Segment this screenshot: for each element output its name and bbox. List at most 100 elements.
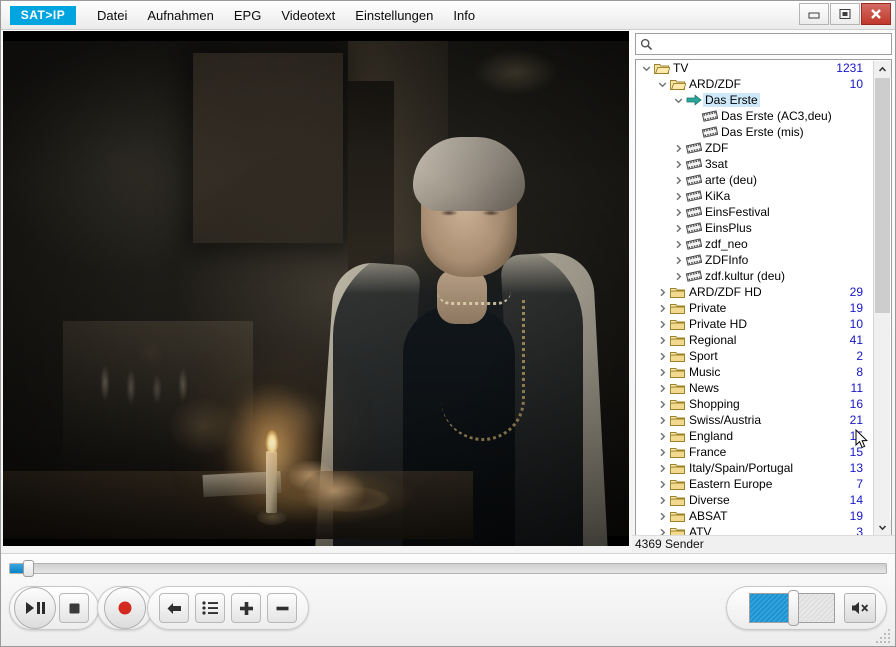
- chevron-right-icon[interactable]: [674, 144, 683, 153]
- volume-slider[interactable]: [749, 590, 835, 626]
- chevron-right-icon[interactable]: [674, 224, 683, 233]
- tree-twisty[interactable]: [671, 252, 685, 268]
- stop-button[interactable]: [59, 593, 89, 623]
- chevron-right-icon[interactable]: [674, 240, 683, 249]
- tree-row[interactable]: Shopping 16: [636, 396, 875, 412]
- chevron-right-icon[interactable]: [658, 304, 667, 313]
- tree-row[interactable]: France 15: [636, 444, 875, 460]
- tree-row[interactable]: ZDFInfo: [636, 252, 875, 268]
- chevron-right-icon[interactable]: [658, 464, 667, 473]
- chevron-right-icon[interactable]: [658, 528, 667, 536]
- chevron-down-icon[interactable]: [658, 80, 667, 89]
- tree-row[interactable]: ARD/ZDF 10: [636, 76, 875, 92]
- chevron-down-icon[interactable]: [642, 64, 651, 73]
- tree-twisty[interactable]: [655, 76, 669, 92]
- chevron-right-icon[interactable]: [658, 336, 667, 345]
- tree-row[interactable]: Private HD 10: [636, 316, 875, 332]
- scroll-down-button[interactable]: [874, 519, 891, 535]
- tree-row[interactable]: TV 1231: [636, 60, 875, 76]
- tree-row[interactable]: KiKa: [636, 188, 875, 204]
- tree-twisty[interactable]: [655, 348, 669, 364]
- tree-twisty[interactable]: [671, 140, 685, 156]
- tree-row[interactable]: EinsPlus: [636, 220, 875, 236]
- tree-twisty[interactable]: [671, 92, 685, 108]
- chevron-right-icon[interactable]: [658, 432, 667, 441]
- tree-twisty[interactable]: [655, 524, 669, 535]
- scroll-up-button[interactable]: [874, 61, 891, 78]
- tree-twisty[interactable]: [655, 316, 669, 332]
- chevron-right-icon[interactable]: [674, 192, 683, 201]
- chevron-right-icon[interactable]: [658, 352, 667, 361]
- tree-row[interactable]: Sport 2: [636, 348, 875, 364]
- add-button[interactable]: [231, 593, 261, 623]
- channel-tree[interactable]: TV 1231 ARD/ZDF 10 Das Erste Das Erste (AC3,d…: [635, 59, 892, 536]
- tree-twisty[interactable]: [655, 396, 669, 412]
- play-pause-button[interactable]: [14, 587, 56, 629]
- chevron-right-icon[interactable]: [674, 176, 683, 185]
- tree-row[interactable]: Swiss/Austria 21: [636, 412, 875, 428]
- tree-twisty[interactable]: [671, 268, 685, 284]
- tree-row[interactable]: Das Erste (AC3,deu): [636, 108, 875, 124]
- tree-row[interactable]: ZDF: [636, 140, 875, 156]
- close-button[interactable]: [861, 3, 891, 25]
- tree-row[interactable]: Music 8: [636, 364, 875, 380]
- tree-row[interactable]: Private 19: [636, 300, 875, 316]
- seek-slider[interactable]: [9, 560, 887, 577]
- chevron-right-icon[interactable]: [658, 480, 667, 489]
- tree-row[interactable]: arte (deu): [636, 172, 875, 188]
- tree-row[interactable]: zdf.kultur (deu): [636, 268, 875, 284]
- tree-twisty[interactable]: [655, 364, 669, 380]
- remove-button[interactable]: [267, 593, 297, 623]
- tree-twisty[interactable]: [655, 284, 669, 300]
- tree-row[interactable]: Das Erste: [636, 92, 875, 108]
- tree-twisty[interactable]: [655, 428, 669, 444]
- tree-twisty[interactable]: [671, 204, 685, 220]
- tree-row[interactable]: Diverse 14: [636, 492, 875, 508]
- back-button[interactable]: [159, 593, 189, 623]
- tree-row[interactable]: EinsFestival: [636, 204, 875, 220]
- resize-grip[interactable]: [876, 627, 892, 643]
- tree-twisty[interactable]: [655, 508, 669, 524]
- menu-item-epg[interactable]: EPG: [224, 5, 271, 26]
- tree-twisty[interactable]: [655, 492, 669, 508]
- seek-thumb[interactable]: [23, 560, 34, 577]
- chevron-right-icon[interactable]: [674, 256, 683, 265]
- menu-item-info[interactable]: Info: [443, 5, 485, 26]
- chevron-right-icon[interactable]: [658, 320, 667, 329]
- search-box[interactable]: [635, 33, 892, 55]
- record-button[interactable]: [104, 587, 146, 629]
- tree-row[interactable]: Eastern Europe 7: [636, 476, 875, 492]
- chevron-right-icon[interactable]: [674, 160, 683, 169]
- tree-row[interactable]: Das Erste (mis): [636, 124, 875, 140]
- chevron-right-icon[interactable]: [674, 272, 683, 281]
- tree-twisty[interactable]: [655, 412, 669, 428]
- tree-twisty[interactable]: [655, 300, 669, 316]
- mute-button[interactable]: [844, 593, 876, 623]
- scrollbar-thumb[interactable]: [875, 78, 890, 313]
- menu-item-datei[interactable]: Datei: [87, 5, 137, 26]
- seek-track[interactable]: [9, 563, 887, 574]
- menu-item-aufnahmen[interactable]: Aufnahmen: [137, 5, 224, 26]
- tree-twisty[interactable]: [655, 380, 669, 396]
- tree-vertical-scrollbar[interactable]: [873, 61, 891, 535]
- tree-twisty[interactable]: [671, 156, 685, 172]
- search-input[interactable]: [653, 37, 891, 51]
- tree-row[interactable]: England15: [636, 428, 875, 444]
- chevron-right-icon[interactable]: [658, 512, 667, 521]
- chevron-right-icon[interactable]: [658, 496, 667, 505]
- chevron-right-icon[interactable]: [674, 208, 683, 217]
- tree-twisty[interactable]: [655, 476, 669, 492]
- tree-twisty[interactable]: [639, 60, 653, 76]
- tree-row[interactable]: ABSAT 19: [636, 508, 875, 524]
- menu-item-einstellungen[interactable]: Einstellungen: [345, 5, 443, 26]
- video-player-panel[interactable]: [3, 31, 629, 546]
- minimize-button[interactable]: [799, 3, 829, 25]
- menu-item-videotext[interactable]: Videotext: [271, 5, 345, 26]
- tree-row[interactable]: 3sat: [636, 156, 875, 172]
- tree-row[interactable]: News 11: [636, 380, 875, 396]
- tree-twisty[interactable]: [671, 236, 685, 252]
- chevron-down-icon[interactable]: [674, 96, 683, 105]
- tree-row[interactable]: zdf_neo: [636, 236, 875, 252]
- chevron-right-icon[interactable]: [658, 384, 667, 393]
- tree-row[interactable]: Italy/Spain/Portugal 13: [636, 460, 875, 476]
